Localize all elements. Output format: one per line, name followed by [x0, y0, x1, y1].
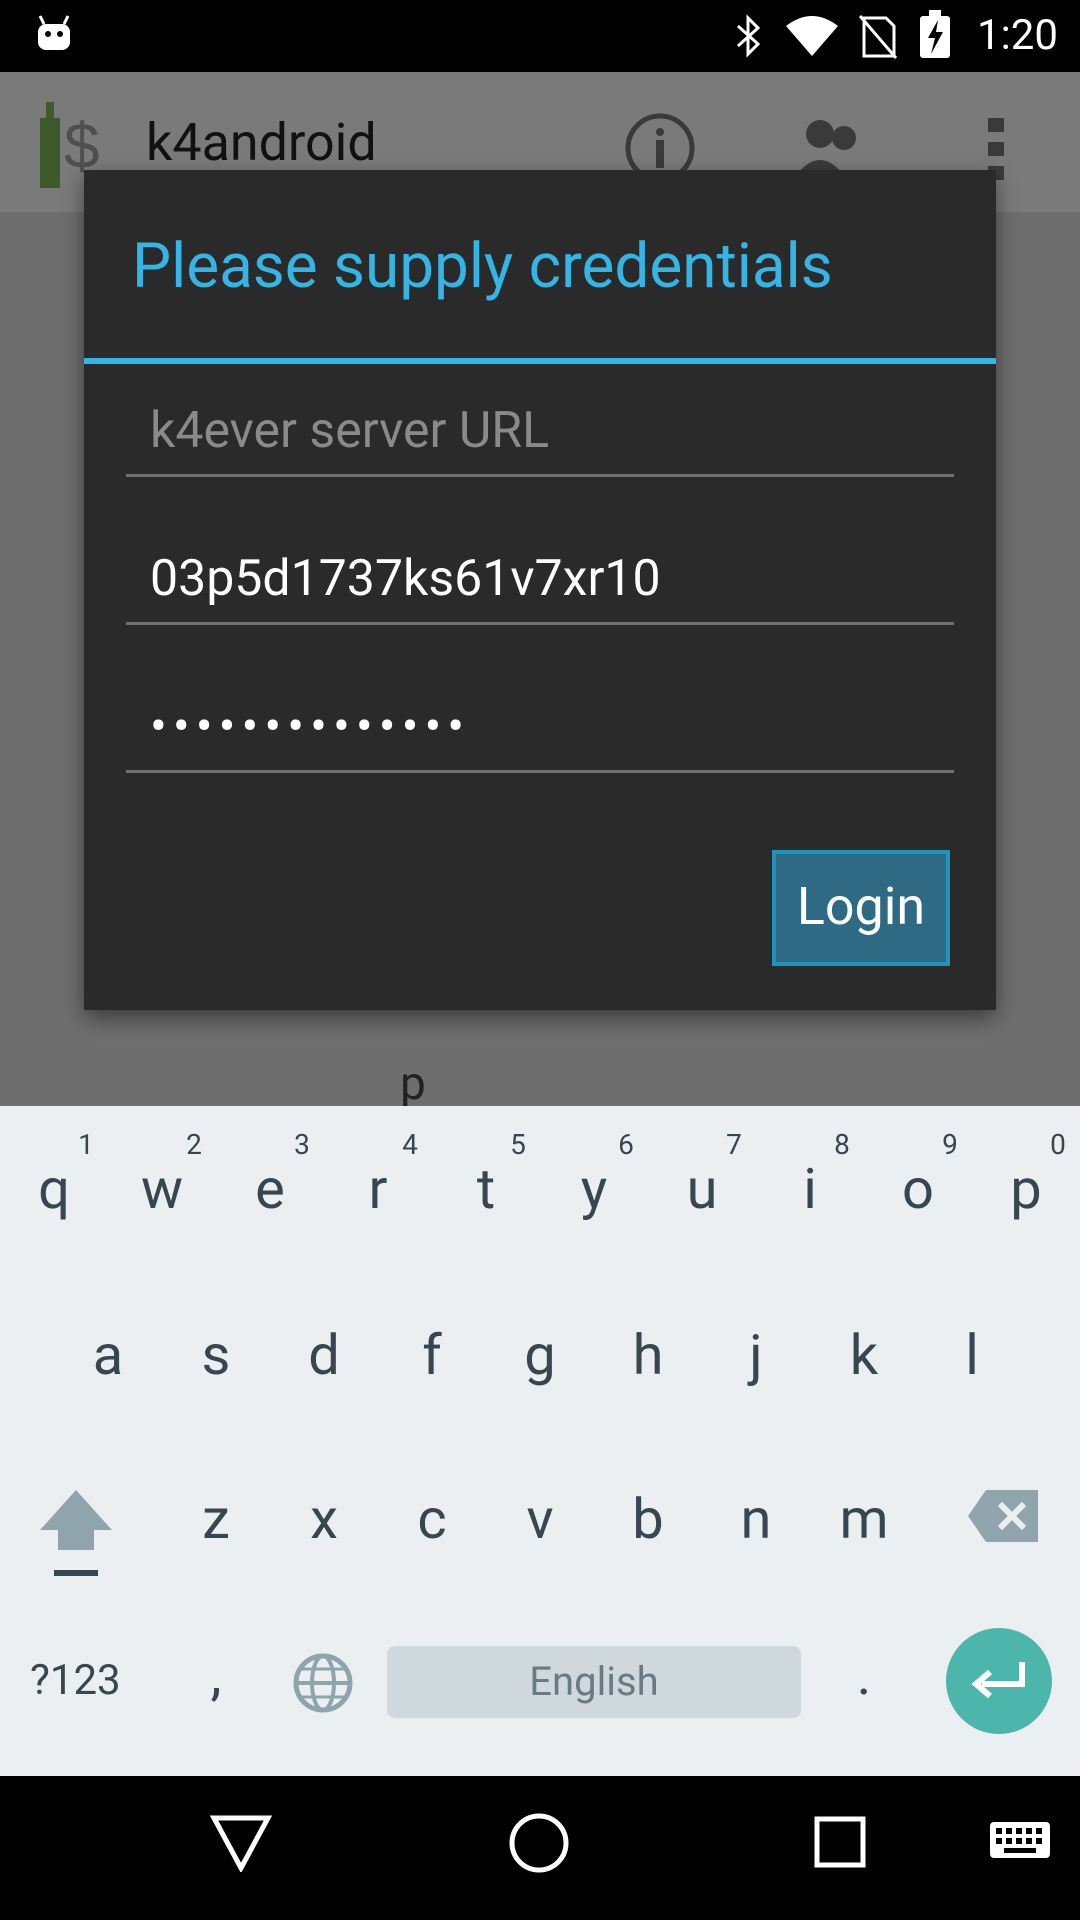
key-u[interactable]: u: [662, 1156, 742, 1222]
key-k[interactable]: k: [824, 1322, 904, 1388]
bluetooth-icon: [736, 14, 761, 58]
key-l[interactable]: l: [932, 1322, 1012, 1388]
dialog-title: Please supply credentials: [132, 230, 833, 303]
key-e[interactable]: e: [230, 1156, 310, 1222]
globe-icon[interactable]: [292, 1652, 354, 1714]
key-w[interactable]: w: [122, 1156, 202, 1222]
key-q[interactable]: q: [14, 1156, 94, 1222]
key-s[interactable]: s: [176, 1322, 256, 1388]
backspace-icon[interactable]: [966, 1486, 1042, 1546]
server-url-placeholder: k4ever server URL: [150, 402, 550, 460]
home-icon[interactable]: [508, 1812, 570, 1874]
key-r[interactable]: r: [338, 1156, 418, 1222]
key-b[interactable]: b: [608, 1486, 688, 1552]
username-value: 03p5d1737ks61v7xr10: [150, 550, 661, 608]
key-period[interactable]: .: [824, 1642, 904, 1708]
password-field[interactable]: ••••••••••••••: [126, 696, 954, 773]
key-m[interactable]: m: [824, 1486, 904, 1552]
navigation-bar: [0, 1776, 1080, 1920]
no-sim-icon: [858, 15, 898, 59]
key-g[interactable]: g: [500, 1322, 580, 1388]
key-t[interactable]: t: [446, 1156, 526, 1222]
key-o[interactable]: o: [878, 1156, 958, 1222]
key-y[interactable]: y: [554, 1156, 634, 1222]
android-notification-icon: [38, 15, 70, 50]
shift-icon[interactable]: [36, 1486, 116, 1582]
key-n[interactable]: n: [716, 1486, 796, 1552]
key-a[interactable]: a: [68, 1322, 148, 1388]
clock: 1:20: [977, 11, 1058, 60]
login-button[interactable]: Login: [772, 850, 950, 966]
back-icon[interactable]: [210, 1814, 272, 1872]
key-x[interactable]: x: [284, 1486, 364, 1552]
keyboard-switch-icon[interactable]: [988, 1820, 1052, 1864]
key-p[interactable]: p: [986, 1156, 1066, 1222]
key-z[interactable]: z: [176, 1486, 256, 1552]
status-bar: 1:20: [0, 0, 1080, 72]
username-field[interactable]: 03p5d1737ks61v7xr10: [126, 548, 954, 625]
background-text: p: [400, 1057, 426, 1111]
key-f[interactable]: f: [392, 1322, 472, 1388]
key-c[interactable]: c: [392, 1486, 472, 1552]
symbols-key[interactable]: ?123: [30, 1656, 121, 1705]
enter-icon: [971, 1662, 1025, 1699]
password-value: ••••••••••••••: [150, 698, 471, 756]
battery-charging-icon: [920, 10, 950, 58]
key-v[interactable]: v: [500, 1486, 580, 1552]
key-comma[interactable]: ,: [176, 1642, 256, 1708]
soft-keyboard: 1 2 3 4 5 6 7 8 9 0 q w e r t y u i o p …: [0, 1106, 1080, 1776]
enter-key[interactable]: [946, 1628, 1052, 1734]
key-i[interactable]: i: [770, 1156, 850, 1222]
wifi-icon: [786, 16, 838, 56]
key-h[interactable]: h: [608, 1322, 688, 1388]
key-d[interactable]: d: [284, 1322, 364, 1388]
credentials-dialog: Please supply credentials k4ever server …: [84, 170, 996, 1010]
server-url-field[interactable]: k4ever server URL: [126, 400, 954, 477]
key-j[interactable]: j: [716, 1322, 796, 1388]
space-key[interactable]: English: [387, 1646, 801, 1718]
title-divider: [84, 358, 996, 364]
app-title: k4android: [146, 112, 377, 173]
recents-icon[interactable]: [814, 1816, 866, 1868]
